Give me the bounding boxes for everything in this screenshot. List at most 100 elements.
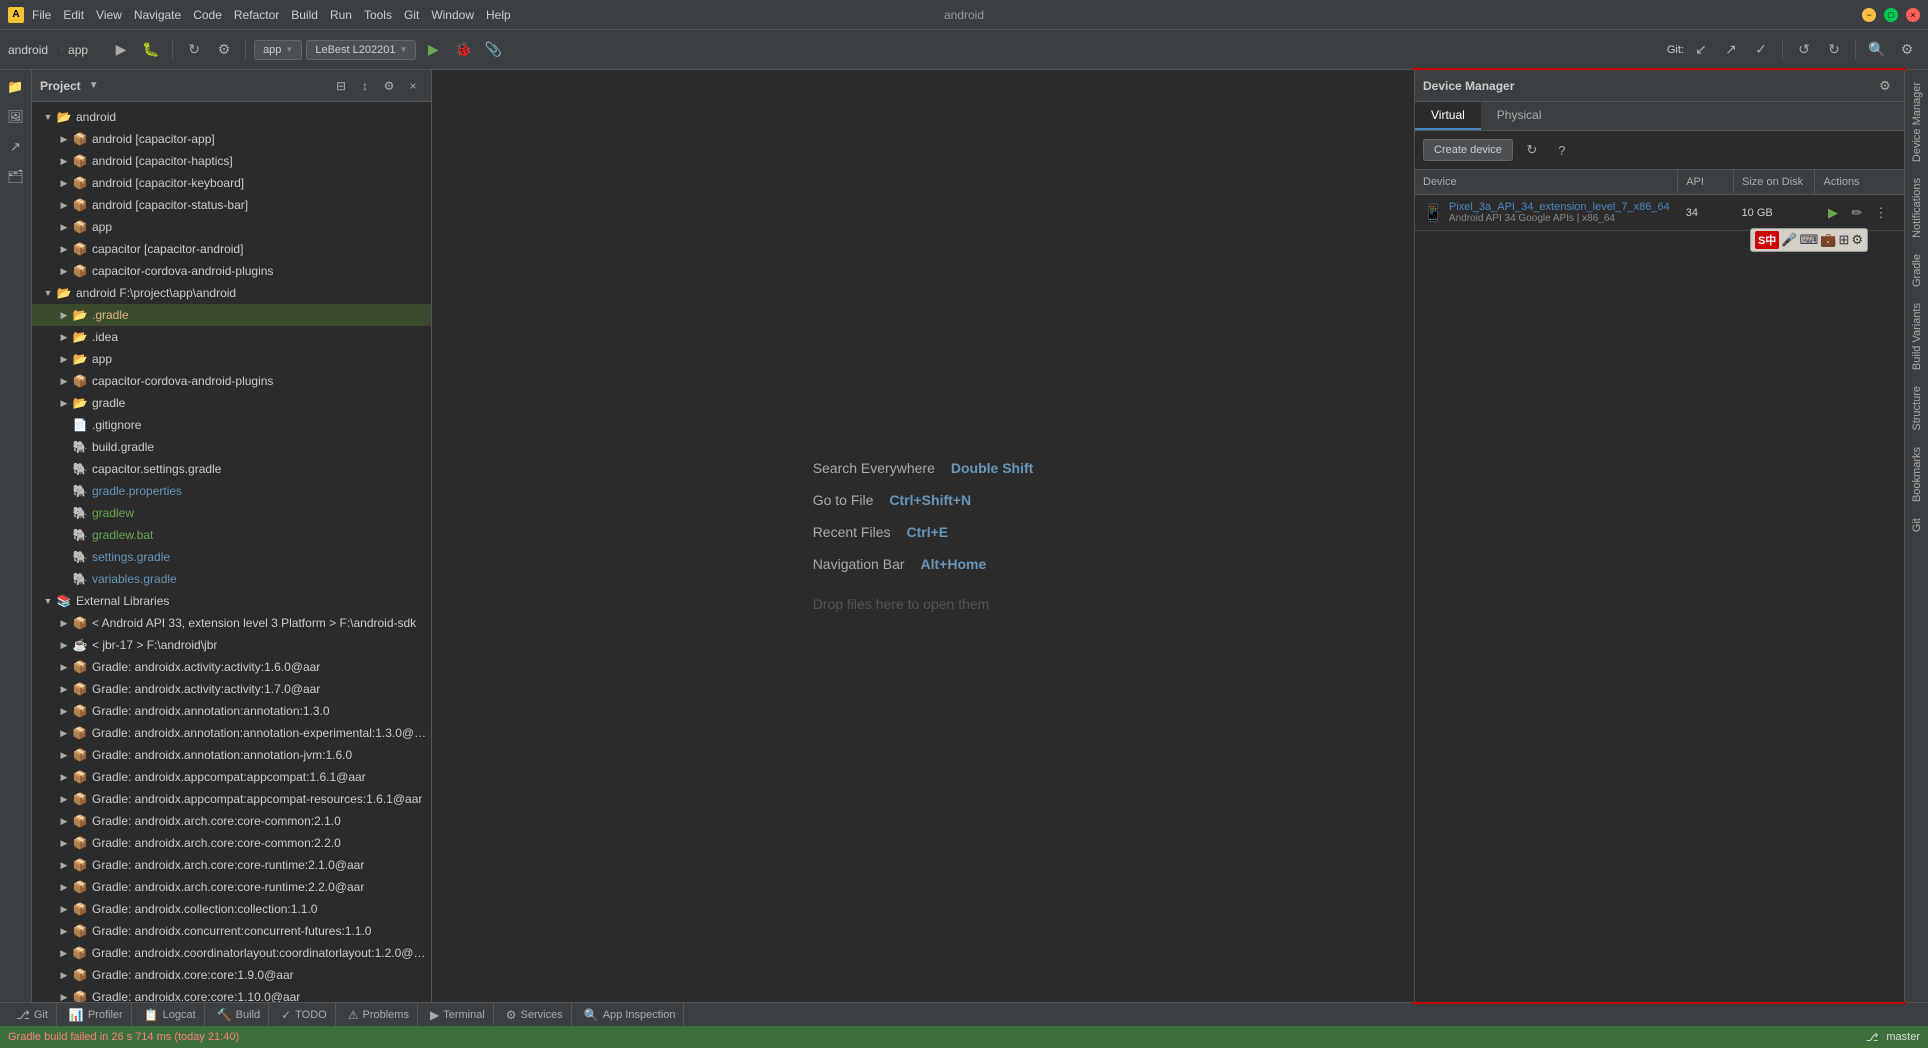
run-config-dropdown[interactable]: app ▼ bbox=[254, 40, 302, 60]
menu-git[interactable]: Git bbox=[404, 8, 419, 22]
menu-build[interactable]: Build bbox=[291, 8, 318, 22]
ime-settings-icon[interactable]: ⚙ bbox=[1851, 232, 1863, 248]
bottom-tab-git[interactable]: ⎇ Git bbox=[8, 1003, 57, 1026]
search-everywhere-btn[interactable]: 🔍 bbox=[1864, 37, 1890, 63]
tree-item-gradlew-bat[interactable]: 🐘 gradlew.bat bbox=[32, 524, 431, 546]
bottom-tab-app-inspection[interactable]: 🔍 App Inspection bbox=[576, 1003, 685, 1026]
tree-item-jbr17[interactable]: ▶ ☕ < jbr-17 > F:\android\jbr bbox=[32, 634, 431, 656]
menu-file[interactable]: File bbox=[32, 8, 51, 22]
tree-item-gradle-dir[interactable]: ▶ 📂 gradle bbox=[32, 392, 431, 414]
right-tab-bookmarks[interactable]: Bookmarks bbox=[1909, 439, 1925, 510]
device-config-dropdown[interactable]: LeBest L202201 ▼ bbox=[306, 40, 416, 60]
help-btn[interactable]: ? bbox=[1551, 139, 1573, 161]
create-device-button[interactable]: Create device bbox=[1423, 139, 1513, 161]
refresh-devices-btn[interactable]: ↻ bbox=[1521, 139, 1543, 161]
bottom-tab-logcat[interactable]: 📋 Logcat bbox=[136, 1003, 205, 1026]
launch-device-btn[interactable]: ▶ bbox=[1823, 203, 1843, 223]
tree-item-core110[interactable]: ▶ 📦 Gradle: androidx.core:core:1.10.0@aa… bbox=[32, 986, 431, 1002]
undo-btn[interactable]: ↺ bbox=[1791, 37, 1817, 63]
menu-refactor[interactable]: Refactor bbox=[234, 8, 279, 22]
git-commit-btn[interactable]: ✓ bbox=[1748, 37, 1774, 63]
tree-item-cap-status[interactable]: ▶ 📦 android [capacitor-status-bar] bbox=[32, 194, 431, 216]
bottom-tab-terminal[interactable]: ▶ Terminal bbox=[422, 1003, 494, 1026]
tree-item-gradle-activity17[interactable]: ▶ 📦 Gradle: androidx.activity:activity:1… bbox=[32, 678, 431, 700]
tree-item-gradle-activity16[interactable]: ▶ 📦 Gradle: androidx.activity:activity:1… bbox=[32, 656, 431, 678]
right-tab-gradle[interactable]: Gradle bbox=[1909, 246, 1925, 295]
collapse-all-btn[interactable]: ⊟ bbox=[331, 76, 351, 96]
sidebar-icon-resource[interactable]: 🖼 bbox=[3, 104, 29, 130]
tree-item-ext-libs[interactable]: ▼ 📚 External Libraries bbox=[32, 590, 431, 612]
maximize-button[interactable]: □ bbox=[1884, 8, 1898, 22]
tree-item-gitignore[interactable]: 📄 .gitignore bbox=[32, 414, 431, 436]
bottom-tab-profiler[interactable]: 📊 Profiler bbox=[61, 1003, 132, 1026]
tree-item-cordova-dir[interactable]: ▶ 📦 capacitor-cordova-android-plugins bbox=[32, 370, 431, 392]
right-tab-structure[interactable]: Structure bbox=[1909, 378, 1925, 439]
sidebar-icon-project2[interactable]: 🗂 bbox=[3, 164, 29, 190]
close-button[interactable]: × bbox=[1906, 8, 1920, 22]
menu-code[interactable]: Code bbox=[193, 8, 222, 22]
menu-view[interactable]: View bbox=[96, 8, 122, 22]
tree-item-collection[interactable]: ▶ 📦 Gradle: androidx.collection:collecti… bbox=[32, 898, 431, 920]
tree-item-cap-keyboard[interactable]: ▶ 📦 android [capacitor-keyboard] bbox=[32, 172, 431, 194]
menu-help[interactable]: Help bbox=[486, 8, 511, 22]
attach-button[interactable]: 📎 bbox=[480, 37, 506, 63]
bottom-tab-build[interactable]: 🔨 Build bbox=[209, 1003, 269, 1026]
tree-item-gradle[interactable]: ▶ 📂 .gradle bbox=[32, 304, 431, 326]
tree-item-gradlew[interactable]: 🐘 gradlew bbox=[32, 502, 431, 524]
right-tab-notifications[interactable]: Notifications bbox=[1909, 170, 1925, 246]
tree-item-idea[interactable]: ▶ 📂 .idea bbox=[32, 326, 431, 348]
menu-tools[interactable]: Tools bbox=[364, 8, 392, 22]
more-device-btn[interactable]: ⋮ bbox=[1871, 203, 1891, 223]
bottom-tab-todo[interactable]: ✓ TODO bbox=[273, 1003, 336, 1026]
menu-window[interactable]: Window bbox=[431, 8, 474, 22]
git-update-btn[interactable]: ↙ bbox=[1688, 37, 1714, 63]
tree-item-gradle-annotation13[interactable]: ▶ 📦 Gradle: androidx.annotation:annotati… bbox=[32, 700, 431, 722]
debug-button[interactable]: 🐞 bbox=[450, 37, 476, 63]
tree-item-gradle-appcompat-res[interactable]: ▶ 📦 Gradle: androidx.appcompat:appcompat… bbox=[32, 788, 431, 810]
redo-btn[interactable]: ↻ bbox=[1821, 37, 1847, 63]
edit-device-btn[interactable]: ✏ bbox=[1847, 203, 1867, 223]
tree-item-arch-core21[interactable]: ▶ 📦 Gradle: androidx.arch.core:core-comm… bbox=[32, 810, 431, 832]
tree-item-variables-gradle[interactable]: 🐘 variables.gradle bbox=[32, 568, 431, 590]
toolbar-sync-icon[interactable]: ↻ bbox=[181, 37, 207, 63]
tree-item-arch-runtime21[interactable]: ▶ 📦 Gradle: androidx.arch.core:core-runt… bbox=[32, 854, 431, 876]
sidebar-icon-project[interactable]: 📁 bbox=[3, 74, 29, 100]
project-dropdown-arrow[interactable]: ▼ bbox=[89, 80, 99, 91]
tree-item-gradle-appcompat[interactable]: ▶ 📦 Gradle: androidx.appcompat:appcompat… bbox=[32, 766, 431, 788]
menu-edit[interactable]: Edit bbox=[63, 8, 84, 22]
tree-item-cap-haptics[interactable]: ▶ 📦 android [capacitor-haptics] bbox=[32, 150, 431, 172]
toolbar-debug-icon[interactable]: 🐛 bbox=[138, 37, 164, 63]
menu-navigate[interactable]: Navigate bbox=[134, 8, 181, 22]
right-tab-device-manager[interactable]: Device Manager bbox=[1909, 74, 1925, 170]
toolbar-run-icon[interactable]: ▶ bbox=[108, 37, 134, 63]
tab-physical[interactable]: Physical bbox=[1481, 102, 1558, 130]
tree-item-cap-app[interactable]: ▶ 📦 android [capacitor-app] bbox=[32, 128, 431, 150]
sidebar-icon-commit[interactable]: ↗ bbox=[3, 134, 29, 160]
ime-keyboard-icon[interactable]: ⌨ bbox=[1799, 232, 1818, 248]
tree-item-arch-runtime22[interactable]: ▶ 📦 Gradle: androidx.arch.core:core-runt… bbox=[32, 876, 431, 898]
tree-item-core19[interactable]: ▶ 📦 Gradle: androidx.core:core:1.9.0@aar bbox=[32, 964, 431, 986]
settings-btn-2[interactable]: ⚙ bbox=[379, 76, 399, 96]
ime-clipboard-icon[interactable]: 💼 bbox=[1820, 232, 1836, 248]
tree-item-cap-android[interactable]: ▶ 📦 capacitor [capacitor-android] bbox=[32, 238, 431, 260]
tree-item-coordinator[interactable]: ▶ 📦 Gradle: androidx.coordinatorlayout:c… bbox=[32, 942, 431, 964]
tree-item-gradle-annotation-jvm[interactable]: ▶ 📦 Gradle: androidx.annotation:annotati… bbox=[32, 744, 431, 766]
tree-item-cap-settings[interactable]: 🐘 capacitor.settings.gradle bbox=[32, 458, 431, 480]
right-tab-git[interactable]: Git bbox=[1909, 510, 1925, 540]
device-manager-settings-btn[interactable]: ⚙ bbox=[1874, 75, 1896, 97]
ime-mic-icon[interactable]: 🎤 bbox=[1781, 232, 1797, 248]
tree-item-gradle-props[interactable]: 🐘 gradle.properties bbox=[32, 480, 431, 502]
tree-item-build-gradle[interactable]: 🐘 build.gradle bbox=[32, 436, 431, 458]
tree-item-settings-gradle[interactable]: 🐘 settings.gradle bbox=[32, 546, 431, 568]
tree-root-android[interactable]: ▼ 📂 android bbox=[32, 106, 431, 128]
minimize-button[interactable]: − bbox=[1862, 8, 1876, 22]
tree-item-android-root[interactable]: ▼ 📂 android F:\project\app\android bbox=[32, 282, 431, 304]
tree-item-app-dir[interactable]: ▶ 📂 app bbox=[32, 348, 431, 370]
tree-item-arch-core22[interactable]: ▶ 📦 Gradle: androidx.arch.core:core-comm… bbox=[32, 832, 431, 854]
ime-grid-icon[interactable]: ⊞ bbox=[1838, 232, 1849, 248]
close-panel-btn[interactable]: × bbox=[403, 76, 423, 96]
run-button[interactable]: ▶ bbox=[420, 37, 446, 63]
tree-item-cordova[interactable]: ▶ 📦 capacitor-cordova-android-plugins bbox=[32, 260, 431, 282]
toolbar-build-icon[interactable]: ⚙ bbox=[211, 37, 237, 63]
right-tab-build-variants[interactable]: Build Variants bbox=[1909, 295, 1925, 378]
